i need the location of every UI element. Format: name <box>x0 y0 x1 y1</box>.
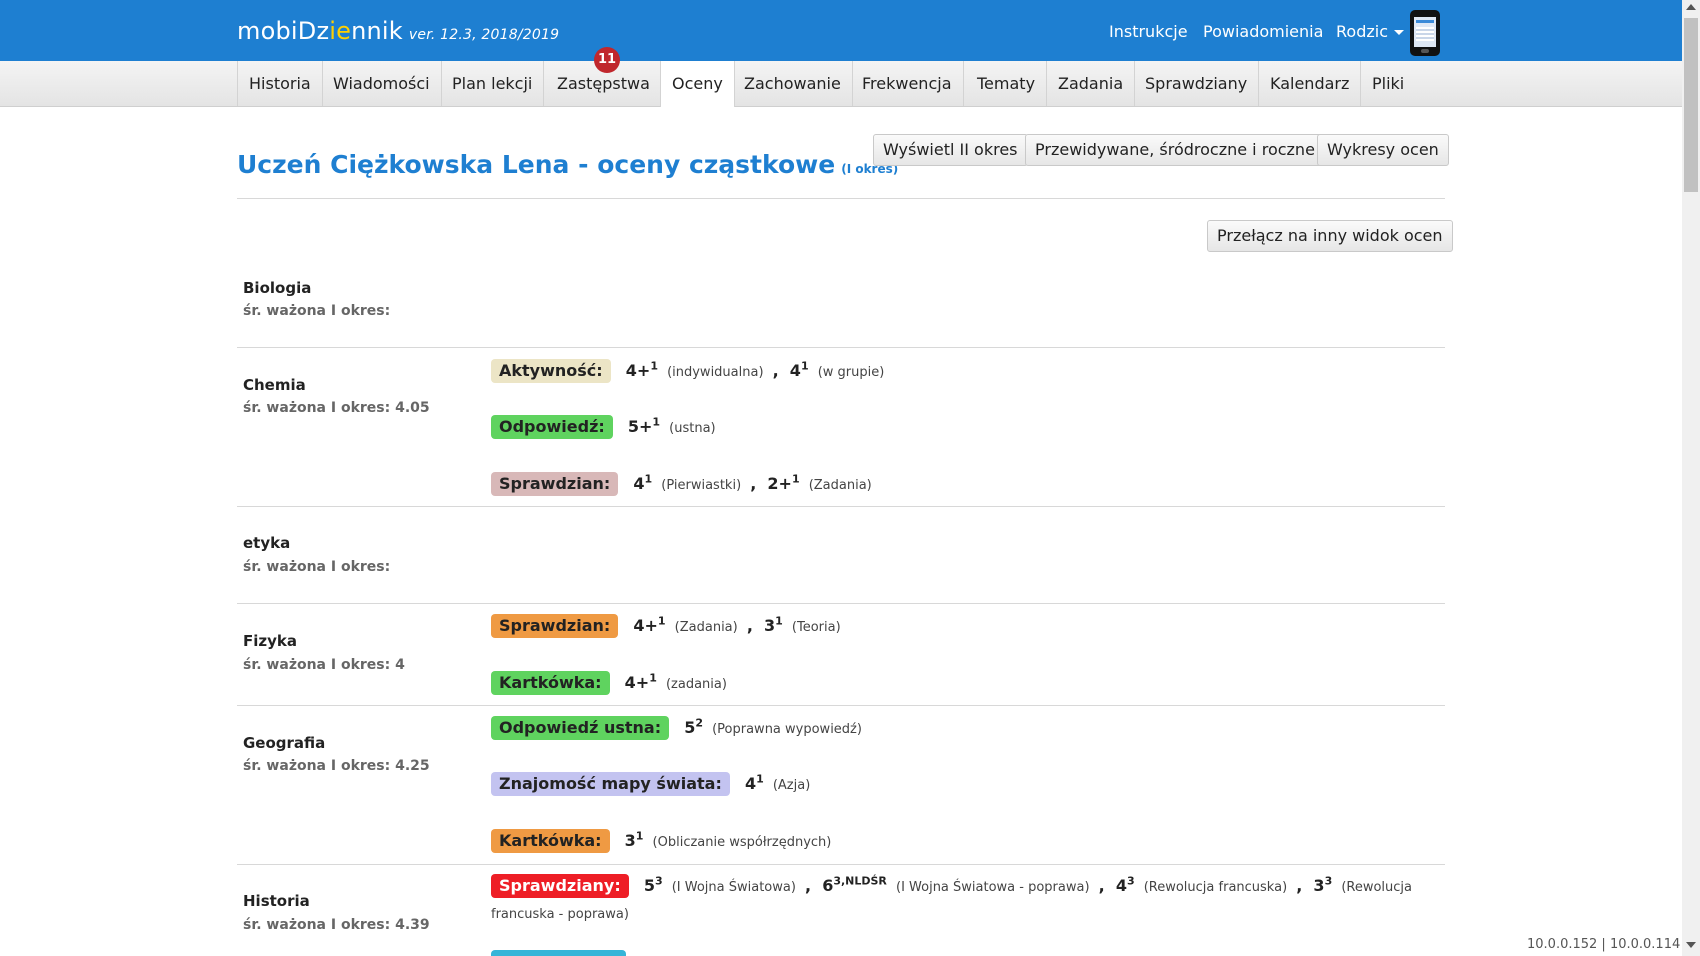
next-category-label <box>491 950 626 956</box>
category-label: Sprawdziany: <box>491 874 629 898</box>
grade-row: Odpowiedź: 5+1 (ustna) <box>491 415 716 439</box>
subject-average: śr. ważona I okres: <box>243 559 391 575</box>
tab-zadania[interactable]: Zadania <box>1047 61 1136 106</box>
grade[interactable]: 41 <box>745 773 764 793</box>
caret-down-icon <box>1393 30 1404 35</box>
grade-description: (zadania) <box>665 677 727 692</box>
subject-average: śr. ważona I okres: 4.05 <box>243 400 430 416</box>
brand-logo[interactable]: mobiDziennik ver. 12.3, 2018/2019 <box>237 17 559 45</box>
subject-average: śr. ważona I okres: 4.39 <box>243 917 430 933</box>
tab-frekwencja[interactable]: Frekwencja <box>851 61 964 106</box>
switch-view-button[interactable]: Przełącz na inny widok ocen <box>1207 220 1453 252</box>
grade-description: (I Wojna Światowa) <box>671 880 796 895</box>
grade-description: (Obliczanie współrzędnych) <box>652 835 832 850</box>
main-tabs: Historia Wiadomości Plan lekcji Zastępst… <box>0 61 1682 107</box>
scroll-up-icon[interactable] <box>1686 4 1696 10</box>
grade-row: Aktywność: 4+1 (indywidualna) , 41 (w gr… <box>491 359 884 383</box>
category-label: Odpowiedź: <box>491 415 613 439</box>
category-label: Sprawdzian: <box>491 614 619 638</box>
user-menu[interactable]: Rodzic <box>1336 22 1404 41</box>
grade[interactable]: 53 <box>644 875 663 895</box>
page-title: Uczeń Ciężkowska Lena - oceny cząstkowe(… <box>237 150 899 179</box>
grade-charts-button[interactable]: Wykresy ocen <box>1317 134 1449 166</box>
grade-row: Kartkówka: 4+1 (zadania) <box>491 671 727 695</box>
category-label: Sprawdzian: <box>491 472 619 496</box>
server-ip-info: 10.0.0.152 | 10.0.0.114 <box>1527 937 1681 952</box>
tab-wiadomosci[interactable]: Wiadomości <box>322 61 442 106</box>
scroll-down-icon[interactable] <box>1686 942 1696 948</box>
grade-description: (Rewolucja <box>1341 880 1412 895</box>
grade[interactable]: 31 <box>764 615 783 635</box>
subject-average: śr. ważona I okres: <box>243 303 391 319</box>
grade-row: Odpowiedź ustna: 52 (Poprawna wypowiedź) <box>491 716 862 740</box>
grade[interactable]: 63,NLDŚR <box>822 875 887 895</box>
subject-name: etyka <box>243 534 291 552</box>
tab-pliki[interactable]: Pliki <box>1361 61 1415 106</box>
category-label: Znajomość mapy świata: <box>491 772 730 796</box>
instrukcje-link[interactable]: Instrukcje <box>1109 22 1188 41</box>
grade-description: (Zadania) <box>674 620 738 635</box>
subject-name: Fizyka <box>243 632 297 650</box>
grade[interactable]: 5+1 <box>628 416 660 436</box>
grade-description: (ustna) <box>669 421 716 436</box>
subject-name: Historia <box>243 892 310 910</box>
grade-description: (Poprawna wypowiedź) <box>712 722 862 737</box>
subject-average: śr. ważona I okres: 4.25 <box>243 758 430 774</box>
grade[interactable]: 41 <box>790 360 809 380</box>
tab-oceny[interactable]: Oceny <box>660 61 735 107</box>
grade-row: Kartkówka: 31 (Obliczanie współrzędnych) <box>491 829 831 853</box>
tab-kalendarz[interactable]: Kalendarz <box>1259 61 1362 106</box>
divider <box>237 705 1445 706</box>
version-label: ver. 12.3, 2018/2019 <box>408 27 560 43</box>
grade-description: (w grupie) <box>817 365 885 380</box>
predicted-grades-button[interactable]: Przewidywane, śródroczne i roczne <box>1025 134 1325 166</box>
grade[interactable]: 4+1 <box>626 360 658 380</box>
subject-name: Chemia <box>243 376 306 394</box>
powiadomienia-link[interactable]: Powiadomienia <box>1203 22 1323 41</box>
grade[interactable]: 43 <box>1116 875 1135 895</box>
tab-plan-lekcji[interactable]: Plan lekcji <box>441 61 545 106</box>
subject-average: śr. ważona I okres: 4 <box>243 657 405 673</box>
category-label: Kartkówka: <box>491 671 610 695</box>
tab-sprawdziany[interactable]: Sprawdziany <box>1134 61 1260 106</box>
category-label: Aktywność: <box>491 359 611 383</box>
tab-zachowanie[interactable]: Zachowanie <box>733 61 853 106</box>
grade-row: Sprawdziany: 53 (I Wojna Światowa) , 63,… <box>491 874 1412 898</box>
grade[interactable]: 4+1 <box>633 615 665 635</box>
category-label: Kartkówka: <box>491 829 610 853</box>
grade-row: Sprawdzian: 4+1 (Zadania) , 31 (Teoria) <box>491 614 841 638</box>
grade[interactable]: 4+1 <box>625 672 657 692</box>
tab-historia[interactable]: Historia <box>237 61 323 106</box>
category-label: Odpowiedź ustna: <box>491 716 670 740</box>
grade-description: (Azja) <box>772 778 811 793</box>
tab-tematy[interactable]: Tematy <box>966 61 1048 106</box>
subject-name: Biologia <box>243 279 312 297</box>
grade[interactable]: 33 <box>1313 875 1332 895</box>
grade-description: francuska - poprawa) <box>491 907 629 922</box>
mobile-phone-icon[interactable] <box>1410 10 1440 56</box>
grade-row: Znajomość mapy świata: 41 (Azja) <box>491 772 810 796</box>
scrollbar-thumb[interactable] <box>1684 18 1698 192</box>
divider <box>237 347 1445 348</box>
grade-description: (I Wojna Światowa - poprawa) <box>896 880 1090 895</box>
grade-description: (Zadania) <box>808 478 872 493</box>
notification-badge: 11 <box>594 47 620 73</box>
divider <box>237 198 1445 199</box>
grade-description: (Rewolucja francuska) <box>1143 880 1288 895</box>
grade[interactable]: 52 <box>684 717 703 737</box>
grade[interactable]: 41 <box>633 473 652 493</box>
show-period2-button[interactable]: Wyświetl II okres <box>873 134 1028 166</box>
grade-row: Sprawdzian: 41 (Pierwiastki) , 2+1 (Zada… <box>491 472 872 496</box>
subject-name: Geografia <box>243 734 326 752</box>
top-header: mobiDziennik ver. 12.3, 2018/2019 Instruk… <box>0 0 1682 61</box>
grade-description: (Pierwiastki) <box>661 478 742 493</box>
grade[interactable]: 2+1 <box>767 473 799 493</box>
divider <box>237 506 1445 507</box>
divider <box>237 864 1445 865</box>
grade-description: (Teoria) <box>791 620 841 635</box>
grade-description: (indywidualna) <box>667 365 764 380</box>
divider <box>237 603 1445 604</box>
grade[interactable]: 31 <box>625 830 644 850</box>
